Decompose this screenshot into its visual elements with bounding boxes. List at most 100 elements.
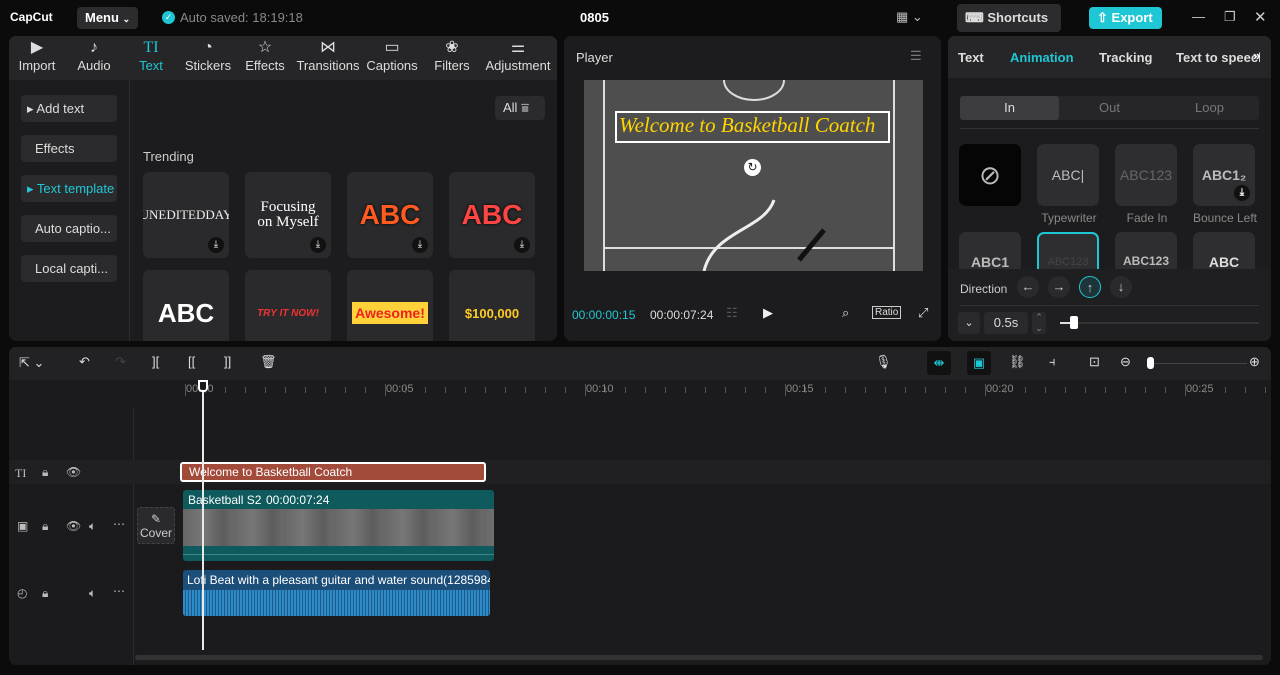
audio-clip[interactable]: Lofi Beat with a pleasant guitar and wat… — [183, 570, 490, 616]
text-clip[interactable]: Welcome to Basketball Coatch — [180, 462, 486, 482]
template-tile[interactable]: ABC ⤓ — [449, 172, 535, 258]
zoom-fit-icon[interactable]: ⌕ — [842, 305, 849, 321]
ratio-button[interactable]: Ratio — [872, 306, 902, 319]
anim-label: Bounce Left — [1192, 211, 1258, 225]
volume-icon[interactable]: 🔈︎ — [89, 519, 96, 534]
preview-axis-icon[interactable]: ⫞ — [1049, 354, 1056, 370]
download-icon[interactable]: ⤓ — [514, 237, 530, 253]
sidebar-item-auto-captions[interactable]: Auto captio... — [21, 215, 117, 242]
shortcuts-button[interactable]: ⌨ Shortcuts — [957, 4, 1061, 32]
cover-button[interactable]: ✎ Cover — [137, 507, 175, 544]
more-tabs-icon[interactable]: » — [1253, 48, 1260, 63]
tab-text[interactable]: TI Text — [131, 36, 171, 80]
subtab-out[interactable]: Out — [1060, 96, 1159, 120]
tab-filters[interactable]: ❀ Filters — [431, 36, 473, 80]
template-tile[interactable]: TRY IT NOW! — [245, 270, 331, 341]
download-icon[interactable]: ⤓ — [1234, 185, 1250, 201]
more-icon[interactable]: ⋯ — [113, 584, 125, 598]
template-tile[interactable]: Focusing on Myself ⤓ — [245, 172, 331, 258]
export-button[interactable]: ⇧ Export — [1089, 7, 1162, 29]
subtab-loop[interactable]: Loop — [1160, 96, 1259, 120]
sidebar-item-local-captions[interactable]: Local capti... — [21, 255, 117, 282]
layout-icon[interactable]: ▦ ⌄ — [896, 9, 923, 25]
link-icon[interactable]: ⛓ — [1009, 354, 1026, 370]
trim-left-icon[interactable]: [[ — [188, 354, 195, 369]
template-tile[interactable]: $100,000 — [449, 270, 535, 341]
template-tile[interactable]: ABC — [143, 270, 229, 341]
zoom-fit-timeline-icon[interactable]: ⊡ — [1089, 354, 1100, 370]
frames-icon[interactable]: ☷ — [726, 305, 738, 321]
fullscreen-icon[interactable]: ⤢ — [918, 305, 928, 321]
arrow-left-icon[interactable]: ← — [1017, 276, 1039, 298]
tab-text-props[interactable]: Text — [958, 50, 984, 65]
restore-icon[interactable]: ❐ — [1224, 9, 1236, 25]
sidebar-item-effects[interactable]: Effects — [21, 135, 117, 162]
sidebar-item-text-template[interactable]: ▸ Text template — [21, 175, 117, 202]
anim-bounce-left[interactable]: ABC1₂ ⤓ — [1193, 144, 1255, 206]
tab-import[interactable]: ▶ Import — [13, 36, 61, 80]
zoom-in-icon[interactable]: ⊕ — [1249, 354, 1260, 370]
close-icon[interactable]: ✕ — [1254, 8, 1267, 26]
microphone-icon[interactable]: 🎙 — [875, 354, 892, 370]
video-clip[interactable]: Basketball S2 00:00:07:24 — [183, 490, 494, 561]
horizontal-scrollbar[interactable] — [135, 655, 1263, 660]
play-icon[interactable]: ▶ — [763, 305, 773, 321]
more-icon[interactable]: ⋯ — [113, 517, 125, 531]
lock-icon[interactable]: 🔒︎ — [42, 586, 48, 601]
filter-all-button[interactable]: All ⩸ — [495, 96, 545, 120]
tab-captions[interactable]: ▭ Captions — [365, 36, 419, 80]
minimize-icon[interactable]: — — [1192, 9, 1205, 24]
sidebar-item-add-text[interactable]: ▸ Add text — [21, 95, 117, 122]
eye-icon[interactable]: 👁︎ — [66, 519, 81, 533]
auto-snap-icon[interactable]: ▣ — [967, 351, 991, 375]
undo-icon[interactable]: ↶ — [79, 354, 90, 370]
tab-stickers[interactable]: ◔ Stickers — [181, 36, 235, 80]
template-tile[interactable]: Awesome! — [347, 270, 433, 341]
ruler-tick — [1025, 387, 1026, 393]
video-preview[interactable]: Welcome to Basketball Coatch ↻ — [584, 80, 923, 271]
download-icon[interactable]: ⤓ — [208, 237, 224, 253]
volume-icon[interactable]: 🔈︎ — [89, 586, 96, 601]
subtab-in[interactable]: In — [960, 96, 1059, 120]
zoom-out-icon[interactable]: ⊖ — [1120, 354, 1131, 370]
delete-icon[interactable]: 🗑 — [260, 354, 277, 370]
rotate-icon[interactable]: ↻ — [744, 159, 761, 176]
anim-typewriter[interactable]: ABC| — [1037, 144, 1099, 206]
download-icon[interactable]: ⤓ — [412, 237, 428, 253]
tab-transitions[interactable]: ⋈ Transitions — [295, 36, 361, 80]
arrow-right-icon[interactable]: → — [1048, 276, 1070, 298]
menu-button[interactable]: Menu ⌄ — [77, 7, 138, 29]
select-tool-icon[interactable]: ⇱ ⌄ — [19, 355, 44, 371]
anim-fade-in[interactable]: ABC123 — [1115, 144, 1177, 206]
tab-animation[interactable]: Animation — [1010, 50, 1074, 65]
playhead-handle[interactable] — [198, 380, 208, 392]
tab-effects[interactable]: ☆ Effects — [241, 36, 289, 80]
tab-audio[interactable]: ♪ Audio — [71, 36, 117, 80]
zoom-slider[interactable] — [1147, 357, 1247, 369]
tab-adjustment[interactable]: ⚌ Adjustment — [483, 36, 553, 80]
trim-right-icon[interactable]: ]] — [224, 354, 231, 369]
lock-icon[interactable]: 🔒︎ — [42, 519, 48, 534]
lock-icon[interactable]: 🔒︎ — [42, 465, 48, 480]
main-track-magnet-icon[interactable]: ⇼ — [927, 351, 951, 375]
zoom-knob[interactable] — [1147, 357, 1154, 369]
arrow-down-icon[interactable]: ↓ — [1110, 276, 1132, 298]
arrow-up-icon[interactable]: ↑ — [1079, 276, 1101, 298]
download-icon[interactable]: ⤓ — [310, 237, 326, 253]
divider — [960, 128, 1259, 129]
eye-icon[interactable]: 👁︎ — [66, 465, 81, 479]
stepper-icon[interactable]: ⌃ ⌄ — [1032, 312, 1046, 334]
chevron-down-icon[interactable]: ⌄ — [958, 312, 980, 334]
anim-none[interactable]: ⊘ — [959, 144, 1021, 206]
template-tile[interactable]: ABC ⤓ — [347, 172, 433, 258]
duration-input[interactable]: 0.5s — [984, 312, 1028, 334]
template-tile[interactable]: UNEDITEDDAY ⤓ — [143, 172, 229, 258]
playhead[interactable] — [198, 380, 208, 650]
overlay-text[interactable]: Welcome to Basketball Coatch — [619, 113, 889, 138]
split-icon[interactable]: ][ — [152, 354, 159, 369]
tab-text-to-speech[interactable]: Text to speech — [1176, 50, 1260, 65]
menu-icon[interactable]: ☰ — [910, 48, 922, 64]
tab-tracking[interactable]: Tracking — [1099, 50, 1152, 65]
duration-slider[interactable] — [1060, 316, 1259, 329]
duration-knob[interactable] — [1069, 316, 1078, 329]
